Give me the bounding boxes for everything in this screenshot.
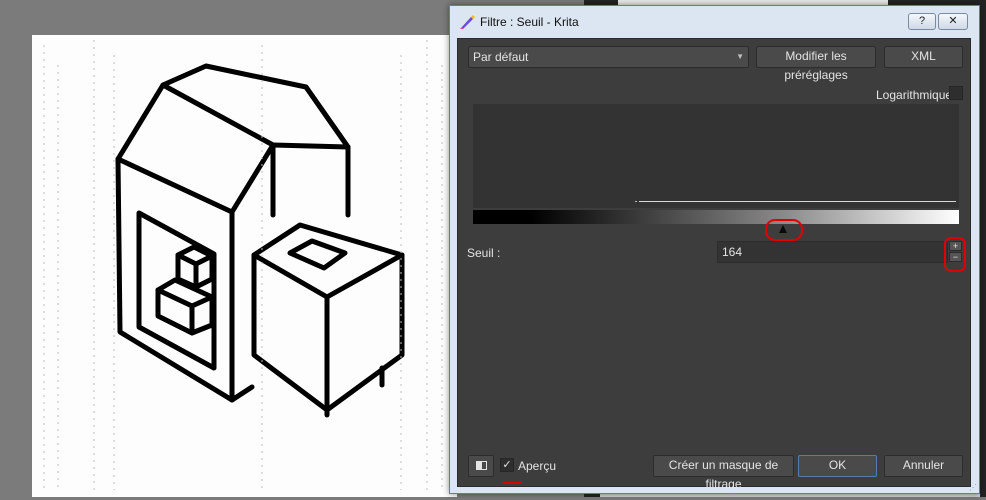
close-button[interactable]: ✕ bbox=[938, 13, 968, 30]
histogram-baseline bbox=[639, 201, 956, 202]
title-bar[interactable]: Filtre : Seuil - Krita ? ✕ bbox=[450, 6, 979, 38]
logarithmic-label: Logarithmique bbox=[876, 88, 953, 102]
xml-button[interactable]: XML bbox=[884, 46, 963, 68]
split-view-icon bbox=[476, 461, 487, 470]
annotation-underline bbox=[502, 481, 522, 484]
create-filter-mask-button[interactable]: Créer un masque de filtrage bbox=[653, 455, 794, 491]
histogram bbox=[473, 104, 959, 208]
logarithmic-checkbox[interactable] bbox=[949, 86, 963, 100]
house-drawing bbox=[43, 40, 443, 490]
filter-dialog: Filtre : Seuil - Krita ? ✕ Par défaut ▼ … bbox=[449, 5, 980, 494]
canvas-paper bbox=[32, 35, 457, 497]
preset-select-value: Par défaut bbox=[473, 50, 529, 64]
preview-label[interactable]: Aperçu bbox=[518, 459, 556, 473]
preview-checkbox[interactable]: ✓ bbox=[500, 458, 514, 472]
annotation-circle-handle bbox=[765, 219, 803, 241]
modify-presets-button[interactable]: Modifier les préréglages bbox=[756, 46, 876, 82]
ok-button[interactable]: OK bbox=[798, 455, 877, 477]
dialog-content: Par défaut ▼ Modifier les préréglages XM… bbox=[457, 38, 971, 491]
annotation-circle-spinner bbox=[944, 237, 966, 272]
resize-grip-icon[interactable]: ⋰ bbox=[969, 483, 977, 492]
cancel-button[interactable]: Annuler bbox=[884, 455, 963, 477]
krita-app-icon bbox=[460, 15, 475, 29]
threshold-label: Seuil : bbox=[467, 246, 501, 260]
histogram-baseline-point bbox=[635, 201, 637, 202]
layout-toggle-button[interactable] bbox=[468, 455, 494, 477]
threshold-gradient-slider[interactable] bbox=[473, 210, 959, 224]
threshold-spinbox[interactable]: 164 bbox=[717, 241, 948, 263]
chevron-down-icon: ▼ bbox=[736, 52, 744, 61]
window-title: Filtre : Seuil - Krita bbox=[480, 15, 579, 29]
preset-select[interactable]: Par défaut ▼ bbox=[468, 46, 749, 68]
help-button[interactable]: ? bbox=[908, 13, 936, 30]
